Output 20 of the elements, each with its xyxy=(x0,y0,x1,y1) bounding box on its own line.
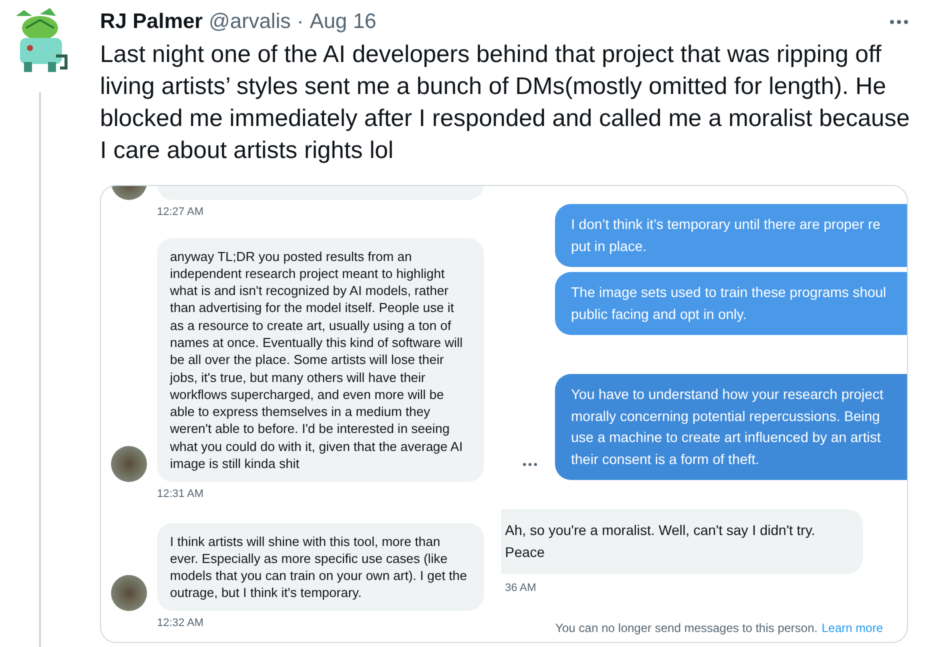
more-options-icon[interactable] xyxy=(523,463,537,466)
avatar-photo[interactable] xyxy=(111,574,147,611)
message-time: 36 AM xyxy=(504,581,538,596)
message-bubble: You have to understand how your research project morally concerning potential repercussions. Being use a machine to create art influenced by an artist their consent is a form of theft. xyxy=(555,374,907,480)
more-options-icon[interactable] xyxy=(890,20,908,24)
author-handle[interactable]: @arvalis xyxy=(208,9,291,35)
message-bubble: I don’t think it’s temporary until there are proper re put in place. xyxy=(555,204,907,267)
tweet-text: Last night one of the AI developers behind that project that was ripping off living artists’ styles sent me a bunch of DMs(mostly omitted for length). He blocked me immediately after I responded and called me a moralist because I care about artists rights lol xyxy=(100,40,910,166)
message-time: 12:32 AM xyxy=(157,616,204,631)
message-bubble: I think artists will shine with this tool, more than ever. Especially as more specific use cases (like models that you can train on your own art). I get the outrage, but I think it's temporary. xyxy=(157,522,484,611)
separator: · xyxy=(296,9,304,35)
message-bubble: Ah, so you're a moralist. Well, can't say I didn't try. Peace xyxy=(501,509,863,574)
message-time: 12:27 AM xyxy=(157,205,204,220)
message-time: 12:31 AM xyxy=(157,487,204,502)
message-bubble: The image sets used to train these programs shoul public facing and opt in only. xyxy=(555,272,907,335)
blocked-notice: You can no longer send messages to this person. xyxy=(555,620,818,636)
tweet-date[interactable]: Aug 16 xyxy=(310,9,376,35)
message-bubble: anyway TL;DR you posted results from an independent research project meant to highlight what is and isn't recognized by AI models, rather than advertising for the model itself. People use it as a resource to create art, usually using a ton of names at once. Eventually this kind of software will be all over the place. Some artists will lose their jobs, it's true, but many others will have their workflows supercharged, and even more will be able to express themselves in a medium they weren't able to before. I'd be interested in seeing what you could do with it, given that the average AI image is still kinda shit xyxy=(157,238,484,482)
author-name[interactable]: RJ Palmer xyxy=(100,9,203,35)
avatar-photo[interactable] xyxy=(111,446,147,482)
